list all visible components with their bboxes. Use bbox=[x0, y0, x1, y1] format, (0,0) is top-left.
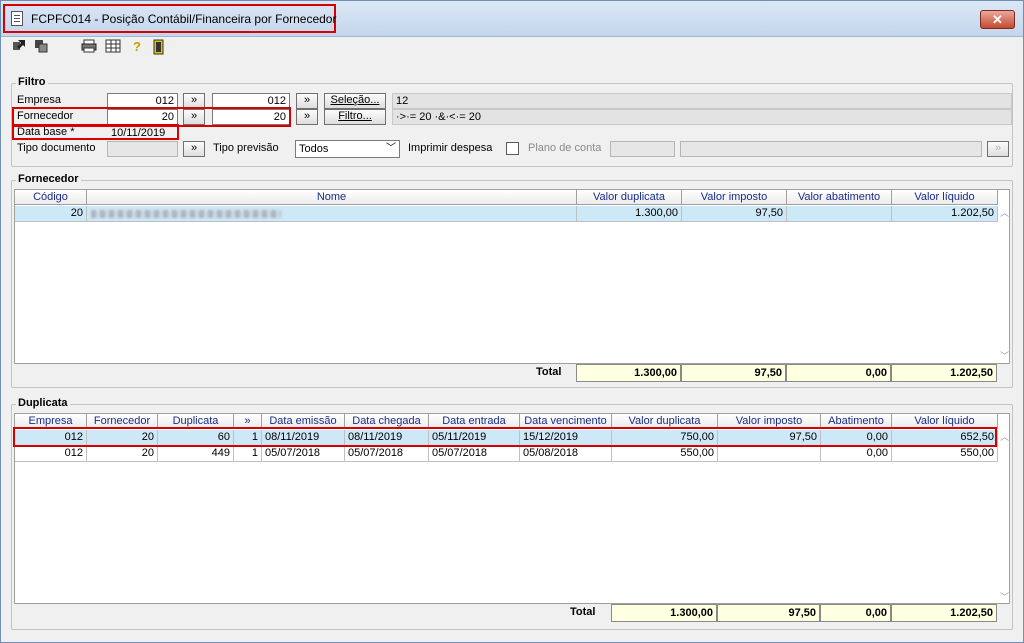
cell-data-chegada: 05/07/2018 bbox=[345, 446, 429, 462]
cell-valor-liquido: 1.202,50 bbox=[892, 206, 998, 222]
print-icon[interactable] bbox=[81, 39, 97, 55]
empresa-label: Empresa bbox=[17, 94, 62, 106]
cell-valor-imposto: 97,50 bbox=[682, 206, 787, 222]
chevron-down-icon: ﹀ bbox=[386, 143, 396, 154]
scroll-up-icon[interactable]: ︿ bbox=[1000, 430, 1009, 443]
cell-valor-imposto bbox=[718, 446, 821, 462]
selected-row-highlight bbox=[13, 427, 997, 447]
cell-valor-duplicata: 1.300,00 bbox=[577, 206, 682, 222]
col-codigo[interactable]: Código bbox=[15, 190, 87, 205]
selecao-button[interactable]: Seleção... bbox=[324, 93, 386, 109]
tipo-previsao-value: Todos bbox=[299, 143, 329, 155]
scroll-up-icon[interactable]: ︿ bbox=[1000, 206, 1009, 219]
exit-door-icon[interactable] bbox=[151, 39, 167, 55]
close-button[interactable]: ✕ bbox=[980, 10, 1015, 29]
imprimir-despesa-checkbox[interactable] bbox=[506, 142, 519, 155]
fornecedor-scrollbar[interactable]: ︿ ﹀ bbox=[998, 206, 1010, 363]
help-icon[interactable]: ? bbox=[129, 39, 145, 55]
duplicata-total-abatimento: 0,00 bbox=[820, 604, 891, 622]
tipo-documento-label: Tipo documento bbox=[17, 142, 96, 154]
fornecedor-total-abatimento: 0,00 bbox=[786, 364, 891, 382]
duplicata-total-liquido: 1.202,50 bbox=[891, 604, 997, 622]
duplicata-scrollbar[interactable]: ︿ ﹀ bbox=[998, 430, 1010, 603]
tipo-documento-button[interactable]: » bbox=[183, 141, 205, 157]
title-bar: FCPFC014 - Posição Contábil/Financeira p… bbox=[1, 1, 1023, 37]
cell-data-vencimento: 05/08/2018 bbox=[520, 446, 612, 462]
imprimir-despesa-label: Imprimir despesa bbox=[408, 142, 493, 154]
cell-data-entrada: 05/07/2018 bbox=[429, 446, 520, 462]
data-base-highlight bbox=[12, 124, 179, 140]
cell-abatimento: 0,00 bbox=[821, 446, 892, 462]
plano-conta-desc-input bbox=[680, 141, 982, 157]
cell-fornecedor: 20 bbox=[87, 446, 158, 462]
empresa-to-range-button[interactable]: » bbox=[296, 93, 318, 109]
filtro-group-label: Filtro bbox=[16, 76, 48, 88]
main-window: FCPFC014 - Posição Contábil/Financeira p… bbox=[0, 0, 1024, 643]
fornecedor-total-liquido: 1.202,50 bbox=[891, 364, 997, 382]
filtro-value: ·>·= 20 ·&·<·= 20 bbox=[392, 109, 1012, 125]
col-nome[interactable]: Nome bbox=[87, 190, 577, 205]
cell-empresa: 012 bbox=[15, 446, 87, 462]
cell-valor-liquido: 550,00 bbox=[892, 446, 998, 462]
col-valor-abatimento[interactable]: Valor abatimento bbox=[787, 190, 892, 205]
fornecedor-to-range-button[interactable]: » bbox=[296, 109, 318, 125]
cell-valor-abatimento bbox=[787, 206, 892, 222]
fornecedor-total-imposto: 97,50 bbox=[681, 364, 786, 382]
scroll-down-icon[interactable]: ﹀ bbox=[1000, 349, 1009, 362]
fornecedor-total-duplicata: 1.300,00 bbox=[576, 364, 681, 382]
filtro-button[interactable]: Filtro... bbox=[324, 109, 386, 125]
fornecedor-group-label: Fornecedor bbox=[16, 173, 81, 185]
duplicata-total-label: Total bbox=[570, 606, 596, 618]
fornecedor-total-label: Total bbox=[536, 366, 562, 378]
copy-icon[interactable] bbox=[33, 39, 49, 55]
cell-parcela: 1 bbox=[234, 446, 262, 462]
plano-conta-code-input bbox=[610, 141, 675, 157]
cell-codigo: 20 bbox=[15, 206, 87, 222]
col-valor-duplicata[interactable]: Valor duplicata bbox=[577, 190, 682, 205]
cell-duplicata: 449 bbox=[158, 446, 234, 462]
col-valor-imposto[interactable]: Valor imposto bbox=[682, 190, 787, 205]
tipo-previsao-select[interactable]: Todos ﹀ bbox=[295, 140, 400, 158]
cell-data-emissao: 05/07/2018 bbox=[262, 446, 345, 462]
window-title: FCPFC014 - Posição Contábil/Financeira p… bbox=[31, 12, 337, 26]
scroll-down-icon[interactable]: ﹀ bbox=[1000, 590, 1009, 603]
selecao-value: 12 bbox=[392, 93, 1012, 109]
duplicata-group-label: Duplicata bbox=[16, 397, 70, 409]
tipo-previsao-label: Tipo previsão bbox=[213, 142, 279, 154]
plano-conta-label: Plano de conta bbox=[528, 142, 602, 154]
spreadsheet-icon[interactable] bbox=[105, 39, 121, 55]
cell-valor-duplicata: 550,00 bbox=[612, 446, 718, 462]
tipo-documento-input[interactable] bbox=[107, 141, 178, 157]
fornecedor-grid: Código Nome Valor duplicata Valor impost… bbox=[14, 189, 1010, 364]
duplicata-total-duplicata: 1.300,00 bbox=[611, 604, 717, 622]
cell-nome bbox=[87, 206, 577, 222]
document-icon bbox=[11, 11, 23, 26]
export-icon[interactable] bbox=[11, 39, 27, 55]
redacted-name bbox=[91, 210, 281, 218]
plano-conta-button: » bbox=[987, 141, 1009, 157]
col-valor-liquido[interactable]: Valor líquido bbox=[892, 190, 998, 205]
duplicata-total-imposto: 97,50 bbox=[717, 604, 820, 622]
